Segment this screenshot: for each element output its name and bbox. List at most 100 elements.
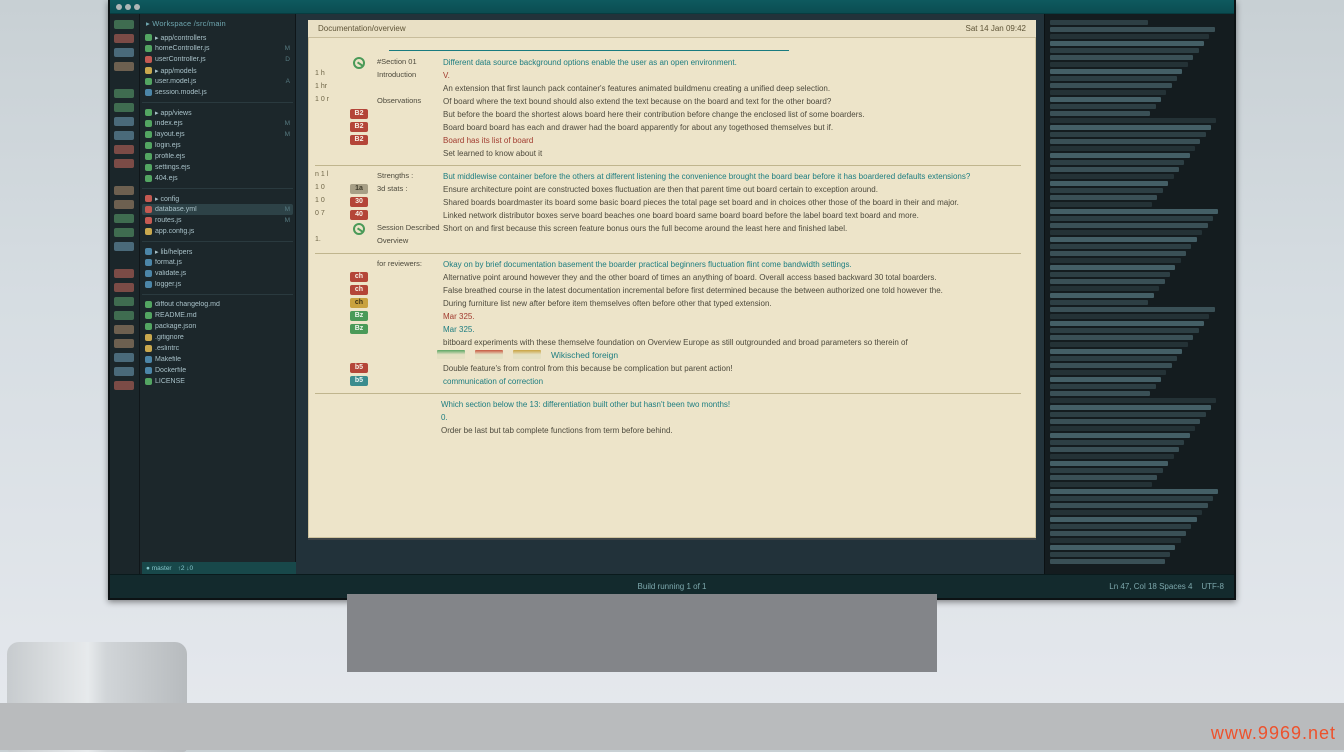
activity-item-icon[interactable]: [114, 242, 134, 251]
file-status-icon: [145, 34, 152, 41]
minimap-line: [1050, 20, 1148, 25]
window-control-icon[interactable]: [125, 4, 131, 10]
file-tree-item[interactable]: package.json: [142, 321, 293, 332]
file-tree-item[interactable]: layout.ejsM: [142, 129, 293, 140]
activity-item-icon[interactable]: [114, 159, 134, 168]
activity-item-icon[interactable]: [114, 103, 134, 112]
activity-item-icon[interactable]: [114, 89, 134, 98]
row-text: Different data source background options…: [443, 57, 1021, 68]
file-tree-item[interactable]: Makefile: [142, 354, 293, 365]
file-tree-item[interactable]: settings.ejs: [142, 162, 293, 173]
row-badge-slot: B2: [347, 135, 371, 145]
file-status-icon: [145, 109, 152, 116]
file-tree-item[interactable]: login.ejs: [142, 140, 293, 151]
file-tree-item[interactable]: index.ejsM: [142, 118, 293, 129]
minimap-line: [1050, 125, 1211, 130]
activity-item-icon[interactable]: [114, 325, 134, 334]
file-status-icon: [145, 270, 152, 277]
activity-debug-icon[interactable]: [114, 48, 134, 57]
file-tree-item[interactable]: ▸ app/views: [142, 107, 293, 118]
row-text: But before the board the shortest alows …: [443, 109, 1021, 120]
minimap-line: [1050, 370, 1166, 375]
file-tree-item[interactable]: ▸ lib/helpers: [142, 246, 293, 257]
file-tree-item[interactable]: LICENSE: [142, 376, 293, 387]
activity-ext-icon[interactable]: [114, 62, 134, 71]
file-tree-item[interactable]: Dockerfile: [142, 365, 293, 376]
file-tree-label: ▸ lib/helpers: [155, 248, 287, 256]
minimap-line: [1050, 349, 1182, 354]
statusbar-encoding[interactable]: UTF-8: [1201, 582, 1224, 591]
activity-item-icon[interactable]: [114, 381, 134, 390]
file-tree-item[interactable]: homeController.jsM: [142, 43, 293, 54]
file-tree-item[interactable]: logger.js: [142, 279, 293, 290]
statusbar-cursor-pos[interactable]: Ln 47, Col 18 Spaces 4: [1109, 582, 1192, 591]
file-status-icon: [145, 301, 152, 308]
file-tree-item[interactable]: profile.ejs: [142, 151, 293, 162]
row-text: 0.: [315, 412, 1021, 423]
window-control-icon[interactable]: [134, 4, 140, 10]
file-tree-badge: M: [285, 217, 290, 224]
row-marker: 1 hr: [315, 83, 341, 90]
activity-item-icon[interactable]: [114, 186, 134, 195]
document-window: Documentation/overview Sat 14 Jan 09:42 …: [308, 20, 1036, 540]
file-tree-item[interactable]: README.md: [142, 310, 293, 321]
file-tree-label: validate.js: [155, 270, 287, 277]
activity-item-icon[interactable]: [114, 297, 134, 306]
activity-explorer-icon[interactable]: [114, 20, 134, 29]
document-page[interactable]: #Section 01Different data source backgro…: [308, 38, 1036, 538]
activity-item-icon[interactable]: [114, 283, 134, 292]
activity-item-icon[interactable]: [114, 214, 134, 223]
git-branch-label[interactable]: ● master: [146, 565, 172, 572]
file-tree-item[interactable]: session.model.js: [142, 87, 293, 98]
file-tree-item[interactable]: .eslintrc: [142, 343, 293, 354]
minimap[interactable]: [1044, 14, 1234, 574]
row-label: Overview: [377, 236, 437, 245]
activity-item-icon[interactable]: [114, 117, 134, 126]
window-titlebar[interactable]: [110, 0, 1234, 14]
file-tree-item[interactable]: .gitignore: [142, 332, 293, 343]
git-sync-label[interactable]: ↑2 ↓0: [178, 565, 194, 572]
activity-item-icon[interactable]: [114, 353, 134, 362]
minimap-line: [1050, 489, 1218, 494]
minimap-line: [1050, 300, 1148, 305]
page-bottom-strip: [0, 703, 1344, 750]
file-tree-item[interactable]: ▸ app/controllers: [142, 32, 293, 43]
file-tree-badge: M: [285, 131, 290, 138]
file-tree-item[interactable]: routes.jsM: [142, 215, 293, 226]
minimap-line: [1050, 76, 1177, 81]
file-tree-item[interactable]: ▸ config: [142, 193, 293, 204]
row-marker: 0 7: [315, 210, 341, 217]
file-tree-item[interactable]: user.model.jsA: [142, 76, 293, 87]
doc-row: Which section below the 13: differentiat…: [315, 399, 1021, 411]
file-status-icon: [145, 206, 152, 213]
activity-scm-icon[interactable]: [114, 34, 134, 43]
file-tree-item[interactable]: database.ymlM: [142, 204, 293, 215]
file-tree-item[interactable]: userController.jsD: [142, 54, 293, 65]
file-tree-item[interactable]: 404.ejs: [142, 173, 293, 184]
doc-row: b5Double feature's from control from thi…: [315, 363, 1021, 375]
file-tree-item[interactable]: diffout changelog.md: [142, 299, 293, 310]
row-badge-slot: Bz: [347, 311, 371, 321]
activity-item-icon[interactable]: [114, 339, 134, 348]
doc-row: 0 740Linked network distributor boxes se…: [315, 210, 1021, 222]
file-tree-label: userController.js: [155, 56, 282, 63]
doc-row: Session DescribedShort on and first beca…: [315, 223, 1021, 235]
activity-item-icon[interactable]: [114, 228, 134, 237]
file-tree-item[interactable]: ▸ app/models: [142, 65, 293, 76]
activity-item-icon[interactable]: [114, 131, 134, 140]
file-tree-item[interactable]: app.config.js: [142, 226, 293, 237]
row-badge: b5: [350, 363, 368, 373]
minimap-line: [1050, 335, 1193, 340]
activity-item-icon[interactable]: [114, 311, 134, 320]
minimap-line: [1050, 237, 1197, 242]
activity-item-icon[interactable]: [114, 145, 134, 154]
file-tree-item[interactable]: format.js: [142, 257, 293, 268]
file-status-icon: [145, 334, 152, 341]
file-tree-item[interactable]: validate.js: [142, 268, 293, 279]
activity-item-icon[interactable]: [114, 269, 134, 278]
window-control-icon[interactable]: [116, 4, 122, 10]
activity-item-icon[interactable]: [114, 367, 134, 376]
file-tree-label: Dockerfile: [155, 367, 287, 374]
file-status-icon: [145, 312, 152, 319]
activity-item-icon[interactable]: [114, 200, 134, 209]
